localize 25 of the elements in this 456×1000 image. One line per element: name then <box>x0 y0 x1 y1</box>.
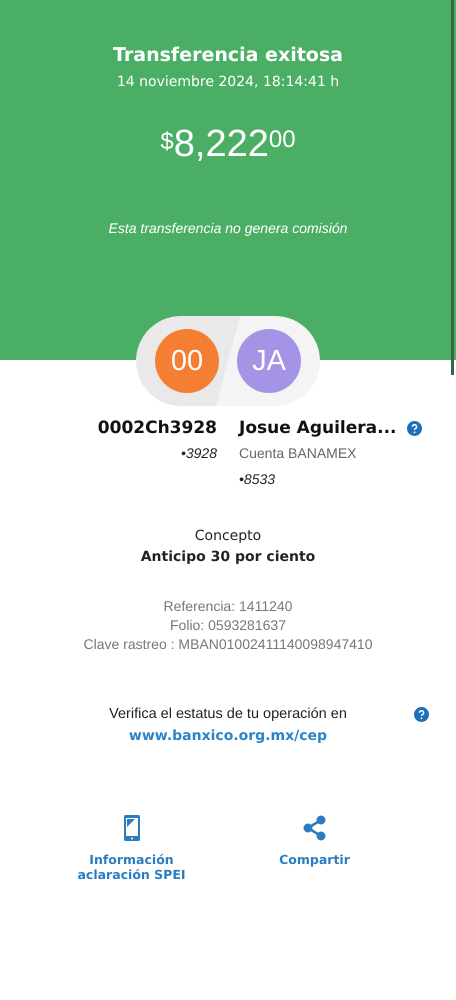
share-icon <box>302 814 328 842</box>
date-time: 14 noviembre 2024, 18:14:41 h <box>116 74 340 90</box>
verify-link[interactable]: www.banxico.org.mx/cep <box>128 728 328 744</box>
avatar: 00 <box>155 329 219 393</box>
account-detail: •3928 <box>180 444 217 463</box>
phone-action-button[interactable]: Información aclaración SPEI <box>40 814 223 882</box>
status-title: Transferencia exitosa <box>113 44 343 66</box>
avatar: JA <box>237 329 301 393</box>
share-action-button[interactable]: Compartir <box>223 814 406 882</box>
account-detail: •8533 <box>239 470 276 489</box>
fee-note: Esta transferencia no genera comisión <box>108 220 348 236</box>
amount: 8,222 <box>174 124 269 164</box>
reference-line: Referencia: 1411240 <box>164 597 292 616</box>
account-name: 0002Ch3928 <box>98 417 217 440</box>
currency-symbol: $ <box>160 128 174 156</box>
reference-line: Folio: 0593281637 <box>170 616 286 635</box>
verify-text: Verifica el estatus de tu operación en <box>109 706 347 722</box>
account-detail: Cuenta BANAMEX <box>239 444 356 463</box>
reference-line: Clave rastreo : MBAN01002411140098947410 <box>83 635 373 654</box>
concept-value: Anticipo 30 por ciento <box>140 549 316 565</box>
concept-label: Concepto <box>194 528 262 544</box>
help-icon[interactable] <box>414 707 429 722</box>
help-icon[interactable] <box>406 420 422 436</box>
amount-cents: 00 <box>268 126 296 154</box>
account-name: Josue Aguilera... <box>239 417 397 440</box>
